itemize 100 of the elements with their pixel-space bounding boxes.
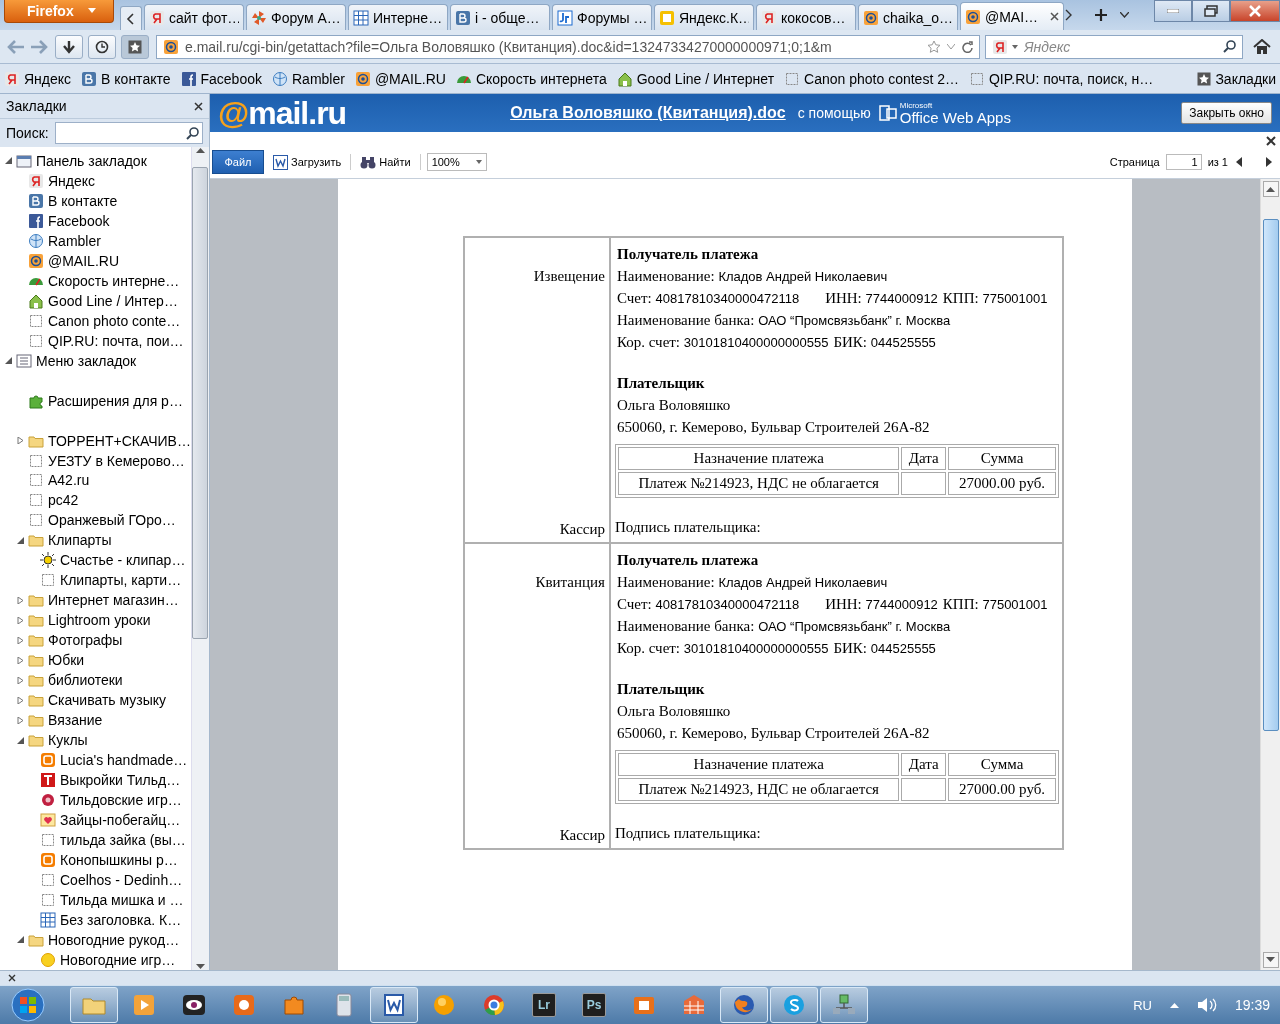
expanded-triangle-icon[interactable] [16, 936, 24, 944]
star-outline-icon[interactable] [927, 39, 941, 54]
bookmark-link[interactable]: Скорость интернета [455, 70, 607, 87]
reload-icon[interactable] [961, 40, 973, 53]
bookmark-item[interactable]: Выкройки Тильд… [0, 770, 191, 790]
bookmark-folder[interactable]: Куклы [0, 730, 191, 751]
collapsed-triangle-icon[interactable] [16, 437, 24, 445]
bookmark-item[interactable]: Без заголовка. К… [0, 909, 191, 930]
close-icon[interactable] [194, 101, 203, 111]
bookmark-link[interactable]: Facebook [180, 70, 262, 87]
browser-tab[interactable]: сайт фот… [144, 4, 244, 30]
bookmark-item[interactable]: QIP.RU: почта, пои… [0, 330, 191, 351]
collapsed-triangle-icon[interactable] [16, 636, 24, 644]
next-page-icon[interactable] [1264, 156, 1274, 168]
close-icon[interactable] [1050, 12, 1059, 21]
close-icon[interactable] [8, 974, 16, 982]
bookmarks-button[interactable] [121, 34, 149, 59]
page-number-field[interactable]: 1 [1165, 154, 1202, 170]
minimize-button[interactable] [1154, 0, 1192, 22]
search-icon[interactable] [1223, 40, 1236, 53]
bookmark-item[interactable]: Клипарты, карти… [0, 570, 191, 591]
bookmark-item[interactable]: Facebook [0, 210, 191, 231]
close-icon[interactable] [1266, 136, 1276, 146]
bookmark-item[interactable]: Зайцы-побегайц… [0, 809, 191, 830]
browser-tab[interactable]: i - обще… [450, 4, 550, 30]
bookmark-item[interactable]: Скорость интерне… [0, 270, 191, 291]
bookmark-folder[interactable]: Юбки [0, 650, 191, 671]
bookmark-item[interactable]: В контакте [0, 190, 191, 211]
collapsed-triangle-icon[interactable] [16, 676, 24, 684]
bookmark-link[interactable]: В контакте [81, 70, 171, 87]
bookmark-folder[interactable]: Меню закладок [0, 350, 191, 371]
taskbar-app-button[interactable]: Lr [520, 987, 568, 1023]
collapsed-triangle-icon[interactable] [16, 696, 24, 704]
bookmark-item[interactable]: @MAIL.RU [0, 250, 191, 271]
search-field[interactable] [54, 122, 203, 144]
collapsed-triangle-icon[interactable] [16, 616, 24, 624]
browser-tab[interactable]: @MAI… [960, 2, 1064, 30]
document-title-link[interactable]: Ольга Воловяшко (Квитанция).doc [510, 104, 786, 122]
bookmark-item[interactable]: Тильда мишка и … [0, 889, 191, 910]
bookmark-item[interactable]: УЕЗТУ в Кемерово… [0, 450, 191, 471]
expanded-triangle-icon[interactable] [16, 736, 24, 744]
browser-tab[interactable]: кокосов… [756, 4, 856, 30]
bookmark-link[interactable]: Яндекс [4, 70, 72, 87]
bookmark-item[interactable]: Оранжевый ГОро… [0, 510, 191, 531]
file-tab[interactable]: Файл [212, 150, 264, 174]
bookmark-item[interactable]: Счастье - клипар… [0, 550, 191, 571]
bookmark-link[interactable]: Rambler [272, 70, 345, 87]
bookmark-folder[interactable]: Lightroom уроки [0, 610, 191, 631]
bookmarks-menu-button[interactable]: Закладки [1197, 70, 1276, 87]
bookmark-item[interactable]: Яндекс [0, 170, 191, 191]
bookmark-link[interactable]: Canon photo contest 2… [784, 70, 959, 87]
bookmark-folder[interactable]: Панель закладок [0, 151, 191, 171]
scrollbar[interactable] [1260, 179, 1280, 970]
bookmark-folder[interactable]: Новогодние рукод… [0, 929, 191, 950]
search-field[interactable]: Яндекс [985, 34, 1243, 59]
caret-icon[interactable] [1120, 12, 1129, 18]
bookmark-item[interactable]: Good Line / Интер… [0, 290, 191, 311]
chevron-right-icon[interactable] [1064, 9, 1072, 21]
speaker-icon[interactable] [1196, 996, 1217, 1014]
collapsed-triangle-icon[interactable] [16, 596, 24, 604]
browser-tab[interactable]: Форум А… [246, 4, 346, 30]
bookmark-folder[interactable]: Интернет магазин… [0, 590, 191, 611]
history-button[interactable] [88, 34, 116, 59]
bookmark-link[interactable]: Good Line / Интернет [616, 70, 775, 87]
scrollbar[interactable] [190, 147, 209, 970]
bookmark-item[interactable]: Тильдовские игр… [0, 790, 191, 810]
browser-tab[interactable]: Интерне… [348, 4, 448, 30]
bookmark-folder[interactable]: библиотеки [0, 670, 191, 691]
bookmark-folder[interactable]: Скачивать музыку [0, 690, 191, 711]
close-window-button[interactable]: Закрыть окно [1181, 102, 1272, 124]
upload-button[interactable]: Загрузить [270, 154, 345, 170]
taskbar-app-button[interactable] [370, 987, 418, 1023]
site-logo[interactable]: @mail.ru [218, 97, 347, 129]
expanded-triangle-icon[interactable] [4, 157, 12, 165]
bookmark-item[interactable]: Новогодние игр… [0, 949, 191, 970]
taskbar-app-button[interactable]: Ps [570, 987, 618, 1023]
bookmark-item[interactable]: Canon photo conte… [0, 310, 191, 331]
plus-icon[interactable] [1095, 9, 1107, 21]
bookmark-item[interactable]: Конопышкины р… [0, 849, 191, 870]
bookmark-item[interactable]: тильда зайка (вы… [0, 829, 191, 850]
bookmark-item[interactable]: A42.ru [0, 470, 191, 491]
collapsed-triangle-icon[interactable] [16, 716, 24, 724]
bookmark-link[interactable]: QIP.RU: почта, поиск, н… [969, 70, 1154, 87]
bookmark-item[interactable]: pc42 [0, 490, 191, 511]
expanded-triangle-icon[interactable] [16, 536, 24, 544]
find-button[interactable]: Найти [357, 155, 414, 169]
bookmark-folder[interactable]: Вязание [0, 710, 191, 731]
zoom-dropdown[interactable]: 100% [426, 153, 487, 171]
previous-page-icon[interactable] [1234, 156, 1244, 168]
bookmark-folder[interactable]: Фотографы [0, 630, 191, 651]
collapsed-triangle-icon[interactable] [16, 656, 24, 664]
browser-tab[interactable]: chaika_o… [858, 4, 958, 30]
expanded-triangle-icon[interactable] [4, 357, 12, 365]
bookmark-folder[interactable]: Клипарты [0, 530, 191, 551]
maximize-button[interactable] [1192, 0, 1230, 22]
tab-scroll-button[interactable] [120, 6, 142, 30]
browser-tab[interactable]: Форумы … [552, 4, 652, 30]
bookmark-folder[interactable]: ТОРРЕНТ+СКАЧИВ… [0, 430, 191, 451]
close-window-button[interactable] [1230, 0, 1280, 22]
download-button[interactable] [55, 34, 83, 59]
